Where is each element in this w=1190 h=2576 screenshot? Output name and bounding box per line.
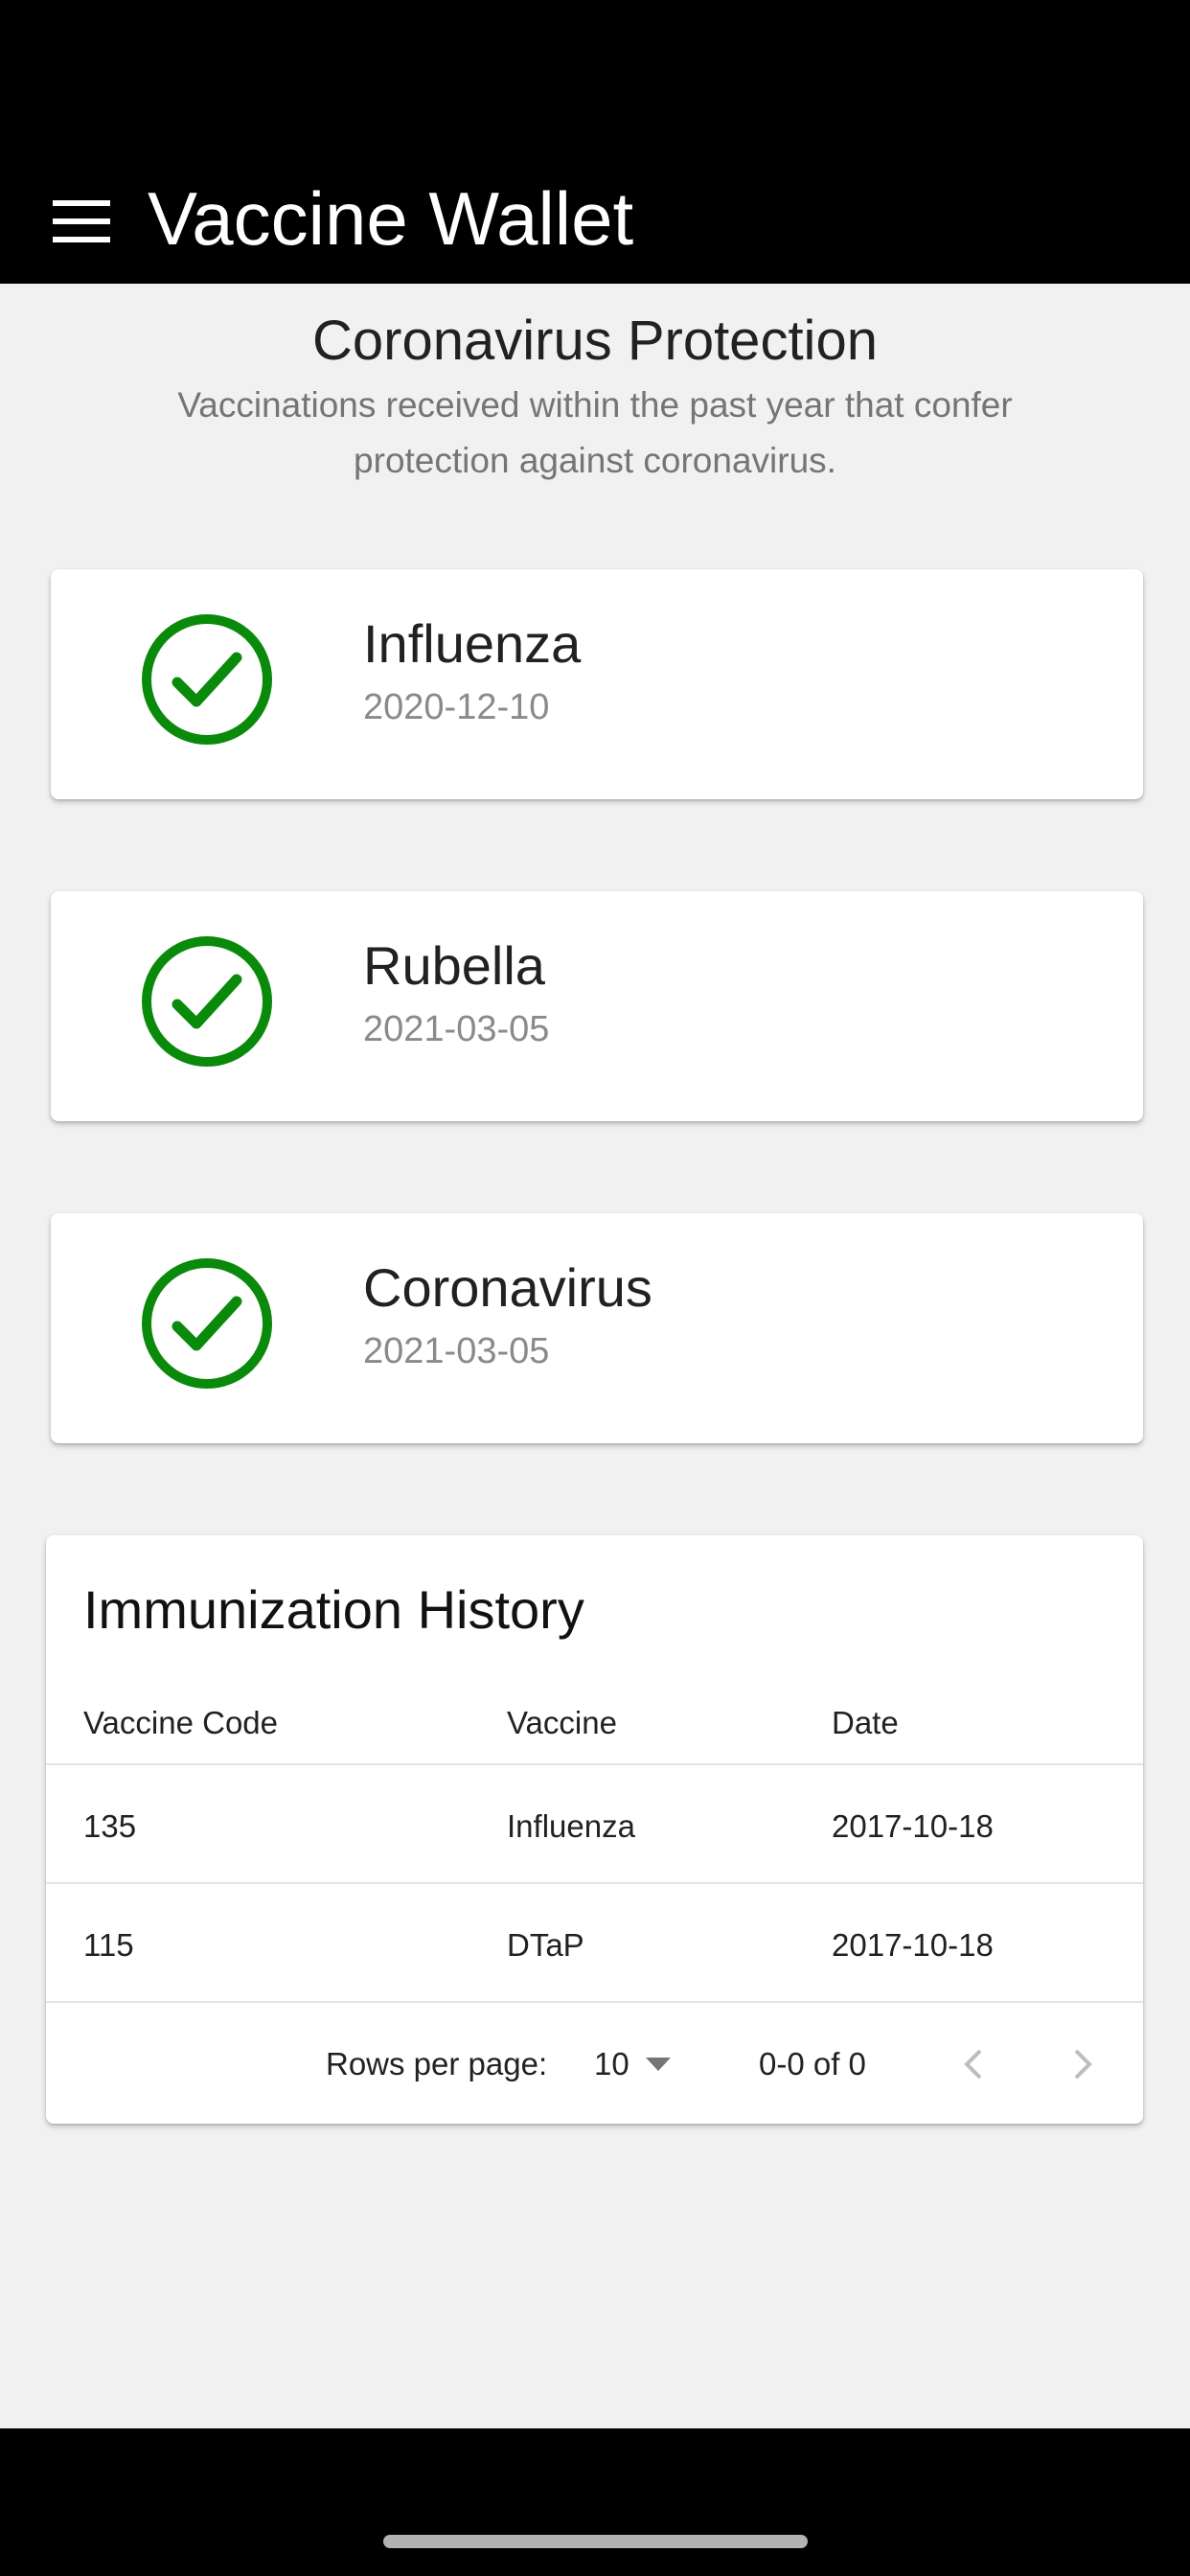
cell-vaccine-code: 135 <box>83 1808 137 1844</box>
hamburger-menu-icon <box>53 200 110 242</box>
app-title: Vaccine Wallet <box>148 176 634 261</box>
row-divider <box>46 2001 1143 2003</box>
row-divider <box>46 1763 1143 1765</box>
app-bar: Vaccine Wallet <box>0 0 1190 284</box>
rows-per-page-label: Rows per page: <box>326 2046 548 2082</box>
next-page-button[interactable] <box>1059 2040 1107 2088</box>
menu-button[interactable] <box>50 192 113 251</box>
row-divider <box>46 1882 1143 1884</box>
vaccine-name: Influenza <box>363 613 582 674</box>
immunization-history-card: Immunization History Vaccine Code Vaccin… <box>46 1535 1143 2124</box>
vaccine-date: 2020-12-10 <box>363 687 550 727</box>
pagination-range: 0-0 of 0 <box>759 2046 866 2082</box>
cell-date: 2017-10-18 <box>832 1927 994 1963</box>
column-header-vaccine-code[interactable]: Vaccine Code <box>83 1702 278 1744</box>
check-circle-icon <box>142 936 272 1067</box>
vaccine-date: 2021-03-05 <box>363 1331 550 1371</box>
vaccine-name: Rubella <box>363 935 545 996</box>
vaccine-name: Coronavirus <box>363 1257 652 1318</box>
vaccine-card[interactable]: Coronavirus 2021-03-05 <box>51 1213 1143 1443</box>
vaccine-date: 2021-03-05 <box>363 1009 550 1049</box>
vaccine-card[interactable]: Rubella 2021-03-05 <box>51 891 1143 1121</box>
vaccine-card[interactable]: Influenza 2020-12-10 <box>51 569 1143 799</box>
cell-date: 2017-10-18 <box>832 1808 994 1844</box>
check-circle-icon <box>142 614 272 745</box>
column-header-vaccine[interactable]: Vaccine <box>507 1702 617 1744</box>
section-subtitle: Vaccinations received within the past ye… <box>177 385 1013 480</box>
history-title: Immunization History <box>83 1579 584 1640</box>
rows-per-page-value: 10 <box>594 2046 629 2082</box>
check-circle-icon <box>142 1258 272 1389</box>
cell-vaccine: Influenza <box>507 1808 635 1844</box>
home-indicator[interactable] <box>383 2535 808 2548</box>
cell-vaccine: DTaP <box>507 1927 584 1963</box>
column-header-date[interactable]: Date <box>832 1702 899 1744</box>
dropdown-arrow-icon <box>646 2058 671 2071</box>
chevron-right-icon <box>1074 2049 1092 2080</box>
section-title: Coronavirus Protection <box>312 310 878 372</box>
previous-page-button[interactable] <box>950 2040 997 2088</box>
system-navigation-bar <box>0 2428 1190 2576</box>
cell-vaccine-code: 115 <box>83 1927 134 1963</box>
chevron-left-icon <box>964 2049 982 2080</box>
